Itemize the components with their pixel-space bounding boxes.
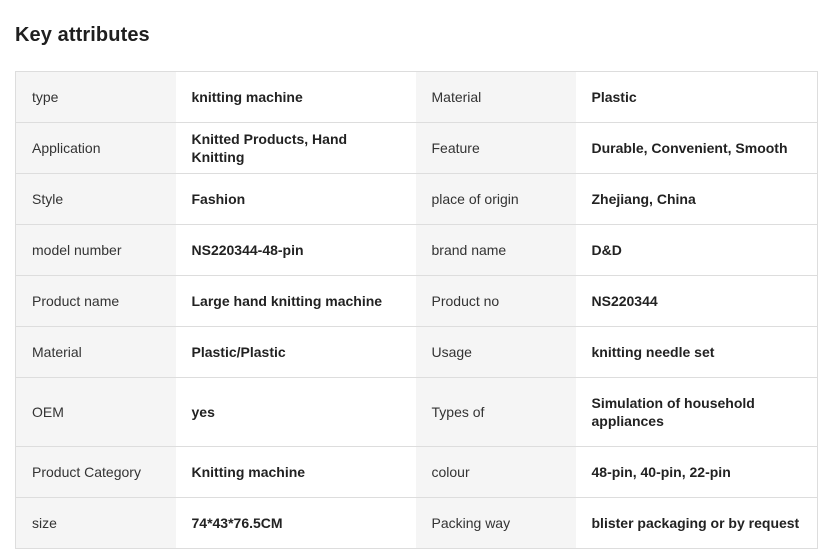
- table-row: Style Fashion place of origin Zhejiang, …: [15, 173, 818, 225]
- table-row: OEM yes Types of Simulation of household…: [15, 377, 818, 447]
- table-row: Product Category Knitting machine colour…: [15, 446, 818, 498]
- attribute-value: knitting needle set: [575, 326, 818, 378]
- attribute-value: D&D: [575, 224, 818, 276]
- attribute-name: place of origin: [415, 173, 576, 225]
- attribute-value: Durable, Convenient, Smooth: [575, 122, 818, 174]
- attribute-name: Material: [415, 71, 576, 123]
- attribute-value: Plastic: [575, 71, 818, 123]
- table-row: Application Knitted Products, Hand Knitt…: [15, 122, 818, 174]
- attribute-value: Large hand knitting machine: [175, 275, 416, 327]
- table-row: size 74*43*76.5CM Packing way blister pa…: [15, 497, 818, 549]
- attribute-value: 48-pin, 40-pin, 22-pin: [575, 446, 818, 498]
- attribute-value: Plastic/Plastic: [175, 326, 416, 378]
- attribute-name: Product name: [15, 275, 176, 327]
- table-row: model number NS220344-48-pin brand name …: [15, 224, 818, 276]
- attribute-name: Style: [15, 173, 176, 225]
- attribute-value: 74*43*76.5CM: [175, 497, 416, 549]
- attribute-value: Simulation of household appliances: [575, 377, 818, 447]
- attribute-value: Knitting machine: [175, 446, 416, 498]
- attribute-name: Material: [15, 326, 176, 378]
- attribute-value: NS220344-48-pin: [175, 224, 416, 276]
- attribute-value: knitting machine: [175, 71, 416, 123]
- attribute-name: Packing way: [415, 497, 576, 549]
- attribute-name: size: [15, 497, 176, 549]
- attribute-value: yes: [175, 377, 416, 447]
- attributes-table: type knitting machine Material Plastic A…: [15, 71, 818, 549]
- attribute-name: Usage: [415, 326, 576, 378]
- attribute-name: type: [15, 71, 176, 123]
- table-row: Material Plastic/Plastic Usage knitting …: [15, 326, 818, 378]
- table-row: type knitting machine Material Plastic: [15, 71, 818, 123]
- attribute-name: Application: [15, 122, 176, 174]
- attribute-value: Zhejiang, China: [575, 173, 818, 225]
- attribute-name: OEM: [15, 377, 176, 447]
- attribute-name: colour: [415, 446, 576, 498]
- attribute-name: Product Category: [15, 446, 176, 498]
- attribute-name: model number: [15, 224, 176, 276]
- section-title: Key attributes: [15, 24, 150, 46]
- attribute-value: Fashion: [175, 173, 416, 225]
- attribute-value: blister packaging or by request: [575, 497, 818, 549]
- attribute-name: Feature: [415, 122, 576, 174]
- attribute-name: brand name: [415, 224, 576, 276]
- table-row: Product name Large hand knitting machine…: [15, 275, 818, 327]
- attribute-name: Types of: [415, 377, 576, 447]
- attribute-value: NS220344: [575, 275, 818, 327]
- attribute-value: Knitted Products, Hand Knitting: [175, 122, 416, 174]
- attribute-name: Product no: [415, 275, 576, 327]
